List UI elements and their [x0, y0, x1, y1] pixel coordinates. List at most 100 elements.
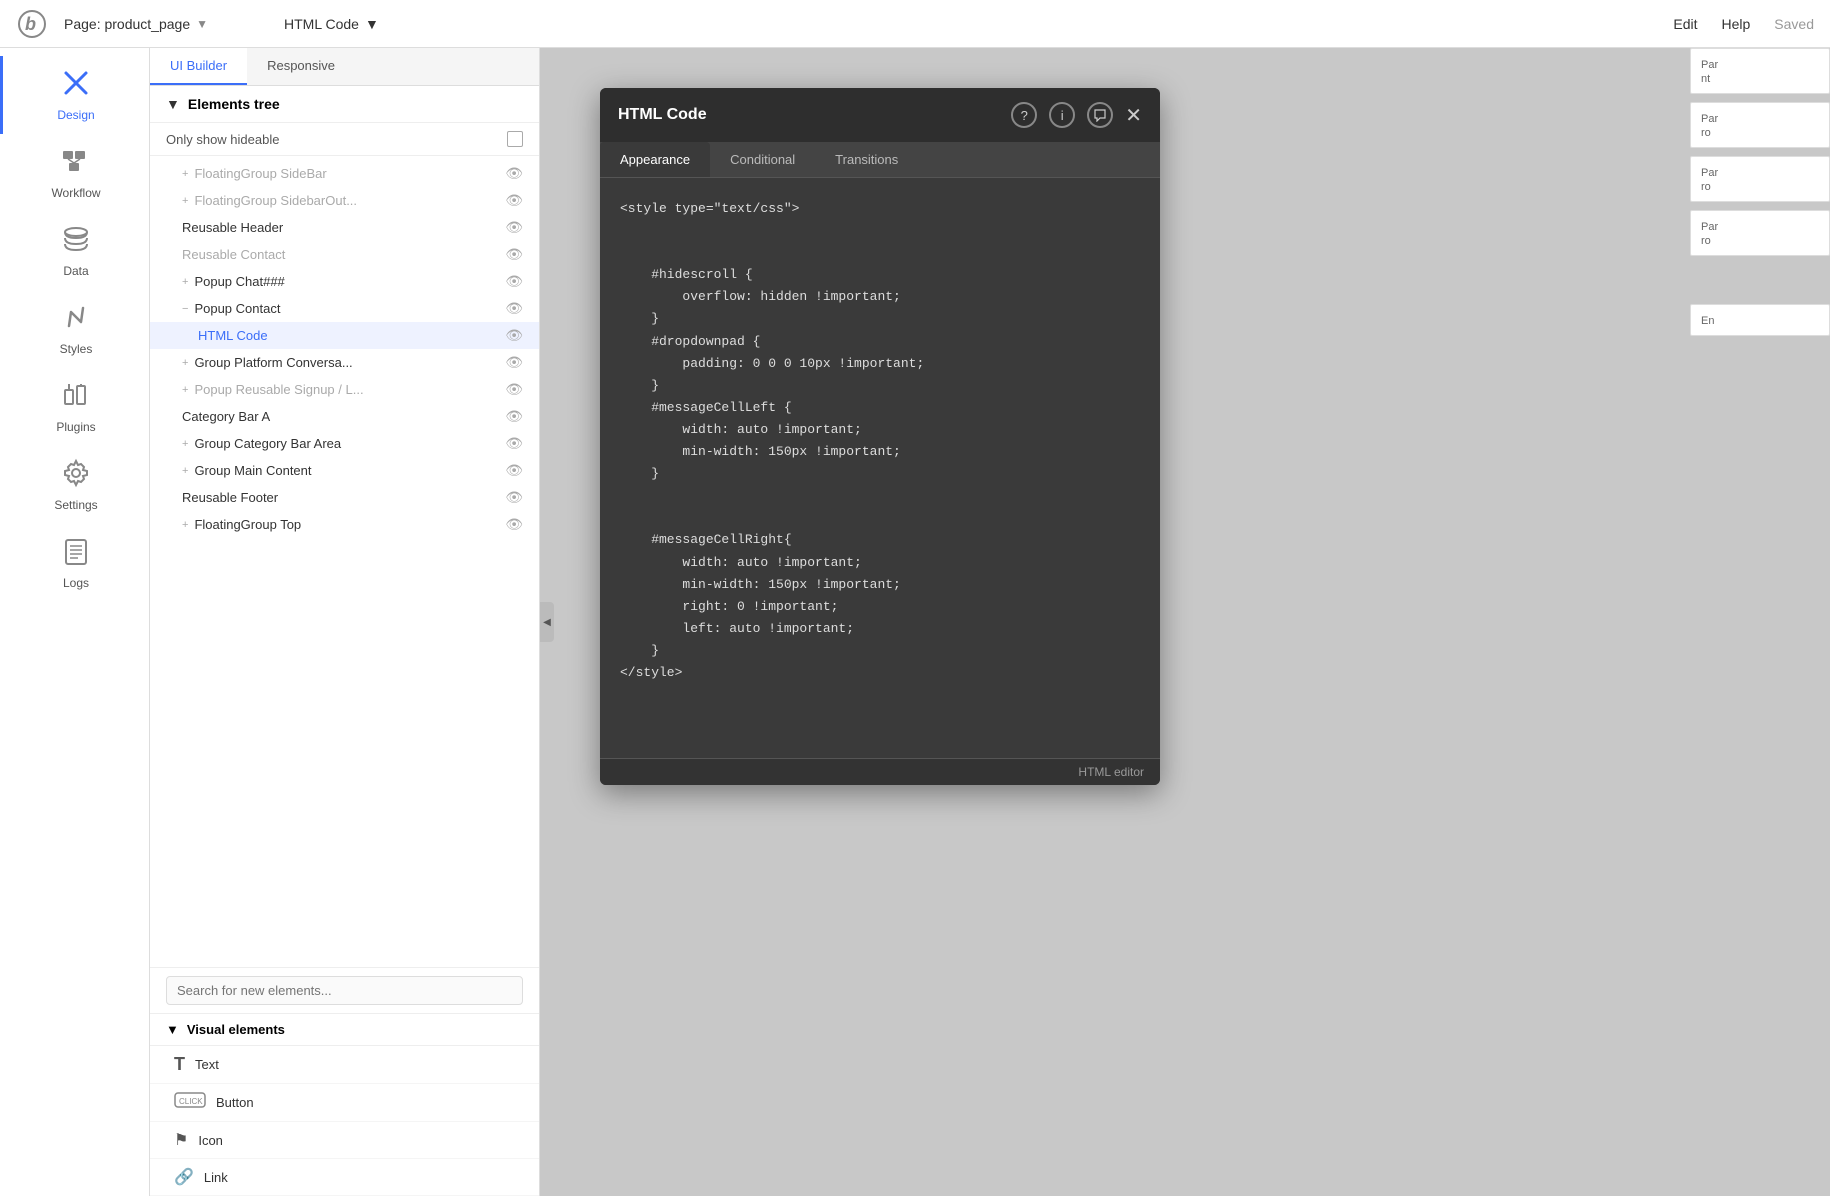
only-show-checkbox[interactable] [507, 131, 523, 147]
page-selector[interactable]: Page: product_page ▼ [64, 16, 208, 32]
preview-card-1: Parro [1690, 102, 1830, 148]
minus-icon: − [182, 303, 188, 315]
edit-button[interactable]: Edit [1673, 16, 1697, 32]
visibility-icon[interactable]: 👁 [505, 354, 523, 371]
visibility-icon[interactable]: 👁 [505, 462, 523, 479]
ve-label: Link [204, 1170, 228, 1185]
tree-item-group-category[interactable]: + Group Category Bar Area 👁 [150, 430, 539, 457]
html-code-selector[interactable]: HTML Code ▼ [284, 16, 379, 32]
code-editor[interactable]: <style type="text/css"> #hidescroll { ov… [620, 198, 1140, 684]
tree-item-category-bar[interactable]: Category Bar A 👁 [150, 403, 539, 430]
tree-collapse-arrow[interactable]: ▼ [166, 96, 180, 112]
item-label: Reusable Contact [182, 247, 285, 262]
tree-item-group-main[interactable]: + Group Main Content 👁 [150, 457, 539, 484]
tree-item-popup-chat[interactable]: + Popup Chat### 👁 [150, 268, 539, 295]
plus-icon: + [182, 384, 188, 396]
collapse-handle[interactable]: ◀ [540, 602, 554, 642]
item-label: Category Bar A [182, 409, 270, 424]
ve-label: Text [195, 1057, 219, 1072]
search-input[interactable] [166, 976, 523, 1005]
canvas-area: ◀ HTML Code ? i ✕ Appearance [540, 48, 1830, 1196]
visibility-icon[interactable]: 👁 [505, 246, 523, 263]
search-new-elements [150, 967, 539, 1014]
visibility-icon[interactable]: 👁 [505, 516, 523, 533]
item-label: Popup Reusable Signup / L... [194, 382, 363, 397]
modal-header: HTML Code ? i ✕ [600, 88, 1160, 142]
comment-icon[interactable] [1087, 102, 1113, 128]
tree-item-popup-signup[interactable]: + Popup Reusable Signup / L... 👁 [150, 376, 539, 403]
tree-item-popup-contact[interactable]: − Popup Contact 👁 [150, 295, 539, 322]
tree-item-reusable-header[interactable]: Reusable Header 👁 [150, 214, 539, 241]
top-bar: b Page: product_page ▼ HTML Code ▼ Edit … [0, 0, 1830, 48]
elements-tree-header: ▼ Elements tree [150, 86, 539, 123]
visibility-icon[interactable]: 👁 [505, 192, 523, 209]
preview-card-0: Parnt [1690, 48, 1830, 94]
modal-tab-transitions[interactable]: Transitions [815, 142, 918, 177]
ve-item-link[interactable]: 🔗 Link [150, 1159, 539, 1196]
visibility-icon[interactable]: 👁 [505, 273, 523, 290]
info-icon[interactable]: i [1049, 102, 1075, 128]
ve-label: Button [216, 1095, 254, 1110]
design-label: Design [57, 108, 94, 122]
modal-close-button[interactable]: ✕ [1125, 103, 1142, 128]
help-button[interactable]: Help [1722, 16, 1751, 32]
svg-text:CLICK: CLICK [179, 1097, 203, 1106]
visibility-icon[interactable]: 👁 [505, 408, 523, 425]
card-text-0: Parnt [1701, 59, 1718, 85]
tree-item-group-platform[interactable]: + Group Platform Conversa... 👁 [150, 349, 539, 376]
help-icon[interactable]: ? [1011, 102, 1037, 128]
styles-label: Styles [60, 342, 93, 356]
tab-ui-builder[interactable]: UI Builder [150, 48, 247, 85]
tree-item-reusable-footer[interactable]: Reusable Footer 👁 [150, 484, 539, 511]
visibility-icon[interactable]: 👁 [505, 300, 523, 317]
item-label: HTML Code [198, 328, 268, 343]
item-label: Group Platform Conversa... [194, 355, 352, 370]
tree-item-floating-top[interactable]: + FloatingGroup Top 👁 [150, 511, 539, 538]
item-label: Popup Chat### [194, 274, 284, 289]
only-show-label: Only show hideable [166, 132, 279, 147]
sidebar-item-settings[interactable]: Settings [0, 446, 149, 524]
modal-tab-conditional[interactable]: Conditional [710, 142, 815, 177]
icon-sidebar: Design Workflow [0, 48, 150, 1196]
visibility-icon[interactable]: 👁 [505, 489, 523, 506]
ve-header-label: Visual elements [187, 1022, 285, 1037]
visibility-icon[interactable]: 👁 [505, 435, 523, 452]
tree-item-floating-sidebar[interactable]: + FloatingGroup SideBar 👁 [150, 160, 539, 187]
tree-item-html-code[interactable]: HTML Code 👁 [150, 322, 539, 349]
panel-tabs: UI Builder Responsive [150, 48, 539, 86]
saved-status: Saved [1774, 16, 1814, 32]
html-modal: HTML Code ? i ✕ Appearance Conditional T… [600, 88, 1160, 785]
visibility-icon[interactable]: 👁 [505, 327, 523, 344]
item-label: FloatingGroup SideBar [194, 166, 326, 181]
tab-responsive[interactable]: Responsive [247, 48, 355, 85]
page-label: Page: product_page [64, 16, 190, 32]
sidebar-item-data[interactable]: Data [0, 212, 149, 290]
sidebar-item-workflow[interactable]: Workflow [0, 134, 149, 212]
sidebar-item-design[interactable]: Design [0, 56, 149, 134]
plus-icon: + [182, 168, 188, 180]
ve-item-text[interactable]: T Text [150, 1046, 539, 1084]
item-label: Reusable Footer [182, 490, 278, 505]
modal-content[interactable]: <style type="text/css"> #hidescroll { ov… [600, 178, 1160, 758]
logs-icon [61, 536, 91, 572]
ve-item-button[interactable]: CLICK Button [150, 1084, 539, 1122]
plus-icon: + [182, 195, 188, 207]
icon-icon: ⚑ [174, 1130, 188, 1150]
tree-header-label: Elements tree [188, 96, 280, 112]
visibility-icon[interactable]: 👁 [505, 219, 523, 236]
sidebar-item-plugins[interactable]: Plugins [0, 368, 149, 446]
modal-tab-appearance[interactable]: Appearance [600, 142, 710, 177]
center-chevron: ▼ [365, 16, 379, 32]
tree-item-floating-sidebarout[interactable]: + FloatingGroup SidebarOut... 👁 [150, 187, 539, 214]
visibility-icon[interactable]: 👁 [505, 165, 523, 182]
modal-footer: HTML editor [600, 758, 1160, 785]
center-label: HTML Code [284, 16, 359, 32]
sidebar-item-styles[interactable]: Styles [0, 290, 149, 368]
visibility-icon[interactable]: 👁 [505, 381, 523, 398]
tree-item-reusable-contact[interactable]: Reusable Contact 👁 [150, 241, 539, 268]
visual-elements-section: ▼ Visual elements T Text CLICK Button ⚑ … [150, 1014, 539, 1196]
sidebar-item-logs[interactable]: Logs [0, 524, 149, 602]
card-text-2: Parro [1701, 167, 1718, 193]
settings-icon [61, 458, 91, 494]
ve-item-icon[interactable]: ⚑ Icon [150, 1122, 539, 1159]
